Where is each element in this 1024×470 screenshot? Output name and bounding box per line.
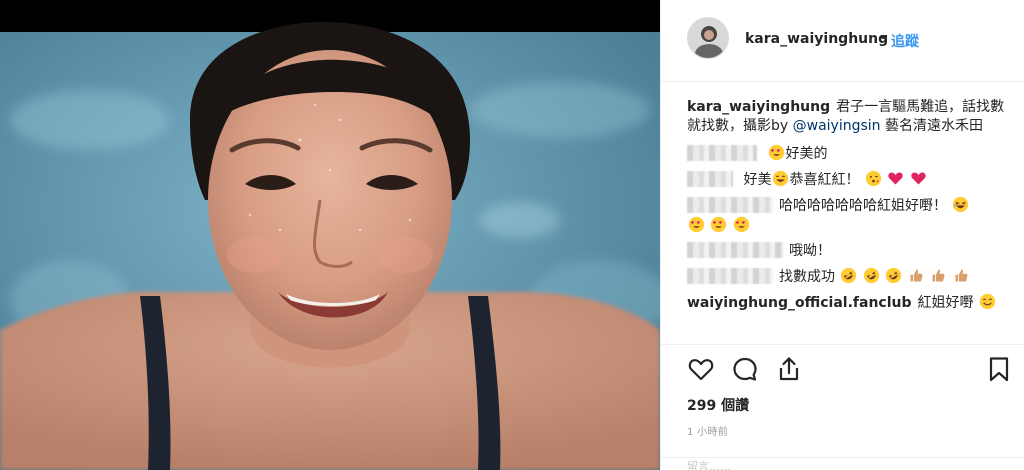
heart-eyes-emoji-icon xyxy=(733,216,750,233)
comment-item: waiyinghung_official.fanclub 紅姐好嘢 xyxy=(687,293,1007,313)
comment-item: 哈哈哈哈哈哈哈紅姐好嘢！ xyxy=(687,196,1007,236)
comment-item: 找數成功 xyxy=(687,267,1007,287)
blurred-username[interactable] xyxy=(687,197,773,213)
caption-username[interactable]: kara_waiyinghung xyxy=(687,99,830,115)
comment-text: 找數成功 xyxy=(779,269,835,285)
follow-button[interactable]: 追蹤 xyxy=(891,31,919,51)
bookmark-icon[interactable] xyxy=(985,355,1013,383)
heart-eyes-emoji-icon xyxy=(769,144,785,161)
grin-emoji-icon xyxy=(773,170,789,187)
comment-text: 紅姐好嘢 xyxy=(917,295,974,311)
share-icon[interactable] xyxy=(775,355,803,383)
comments-list: kara_waiyinghung 君子一言驅馬難追，話找數就找數，攝影by @wa… xyxy=(687,98,1007,319)
post-photo[interactable] xyxy=(0,0,660,470)
post-author-username[interactable]: kara_waiyinghung xyxy=(745,31,888,47)
comment-bubble-icon[interactable] xyxy=(731,355,759,383)
comment-username[interactable]: waiyinghung_official.fanclub xyxy=(687,295,912,311)
post-timestamp: 1 小時前 xyxy=(687,427,729,438)
thumbs-up-emoji-icon xyxy=(910,269,923,282)
laughing-emoji-icon xyxy=(953,196,969,213)
post-actions: 299 個讚 1 小時前 留言…… xyxy=(661,344,1024,470)
comment-text: 哈哈哈哈哈哈哈紅姐好嘢！ xyxy=(779,198,947,214)
comment-text: 好美的 xyxy=(785,146,828,162)
red-heart-emoji-icon xyxy=(888,172,904,185)
blurred-username[interactable] xyxy=(687,242,783,258)
avatar[interactable] xyxy=(687,17,729,59)
comment-text-2: 恭喜紅紅！ xyxy=(789,172,860,188)
blurred-username[interactable] xyxy=(687,268,773,284)
rofl-emoji-icon xyxy=(863,267,880,284)
blurred-username[interactable] xyxy=(687,145,757,161)
red-heart-emoji-icon xyxy=(911,172,926,185)
post-header: kara_waiyinghung • 追蹤 xyxy=(661,0,1024,82)
rofl-emoji-icon xyxy=(886,267,902,284)
separator-dot: • xyxy=(879,30,888,46)
kiss-emoji-icon xyxy=(865,170,882,187)
comment-text: 好美 xyxy=(743,172,772,188)
comment-item: 好美的 xyxy=(687,144,1007,164)
smile-emoji-icon xyxy=(979,293,996,310)
comment-text: 哦呦！ xyxy=(789,243,831,259)
comment-item: 哦呦！ xyxy=(687,242,1007,261)
instagram-post-view: kara_waiyinghung • 追蹤 kara_waiyinghung 君子… xyxy=(0,0,1024,470)
comment-item: 好美 恭喜紅紅！ xyxy=(687,170,1007,190)
blurred-username[interactable] xyxy=(687,171,733,187)
post-caption: kara_waiyinghung 君子一言驅馬難追，話找數就找數，攝影by @wa… xyxy=(687,98,1007,136)
heart-eyes-emoji-icon xyxy=(688,216,705,233)
thumbs-up-emoji-icon xyxy=(955,269,968,282)
post-details-panel: kara_waiyinghung • 追蹤 kara_waiyinghung 君子… xyxy=(660,0,1024,470)
add-comment-input[interactable]: 留言…… xyxy=(661,457,1024,470)
caption-text-end: 藝名清遠水禾田 xyxy=(885,118,983,134)
heart-outline-icon[interactable] xyxy=(687,355,715,383)
likes-count[interactable]: 299 個讚 xyxy=(687,395,749,415)
rofl-emoji-icon xyxy=(841,267,857,284)
caption-mention[interactable]: @waiyingsin xyxy=(793,118,881,134)
thumbs-up-emoji-icon xyxy=(932,269,945,282)
heart-eyes-emoji-icon xyxy=(711,216,727,233)
